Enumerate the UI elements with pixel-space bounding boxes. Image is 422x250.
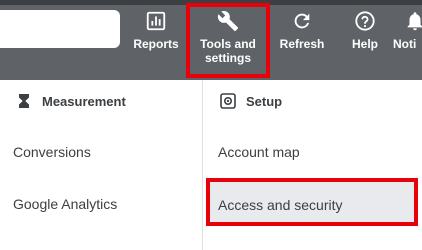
refresh-label: Refresh: [279, 37, 325, 51]
refresh-button[interactable]: Refresh: [274, 0, 330, 80]
menu-item-partial-left: [13, 243, 73, 247]
help-label: Help: [351, 37, 378, 51]
menu-item-partial-right: [218, 243, 278, 247]
column-divider: [202, 80, 203, 250]
menu-item-access-and-security[interactable]: Access and security: [206, 178, 418, 226]
help-icon: [355, 11, 375, 31]
access-and-security-label: Access and security: [218, 197, 343, 213]
reports-label: Reports: [133, 37, 179, 51]
reports-button[interactable]: Reports: [128, 0, 184, 80]
measurement-heading-text: Measurement: [42, 93, 126, 109]
reports-icon: [146, 11, 166, 31]
refresh-icon: [294, 13, 310, 29]
search-input[interactable]: [0, 10, 120, 48]
notifications-label: Noti: [393, 37, 417, 51]
menu-item-account-map[interactable]: Account map: [218, 144, 300, 160]
hourglass-icon: [19, 94, 29, 108]
notifications-button[interactable]: Noti: [393, 0, 422, 80]
bell-icon: [407, 12, 422, 31]
menu-item-conversions[interactable]: Conversions: [13, 144, 91, 160]
setup-heading: Setup: [220, 93, 282, 109]
setup-heading-text: Setup: [246, 93, 283, 109]
help-button[interactable]: Help: [340, 0, 390, 80]
setup-gear-icon: [220, 93, 236, 109]
measurement-heading: Measurement: [16, 93, 126, 109]
menu-item-google-analytics[interactable]: Google Analytics: [13, 196, 117, 212]
highlight-box-tools: [186, 3, 270, 78]
